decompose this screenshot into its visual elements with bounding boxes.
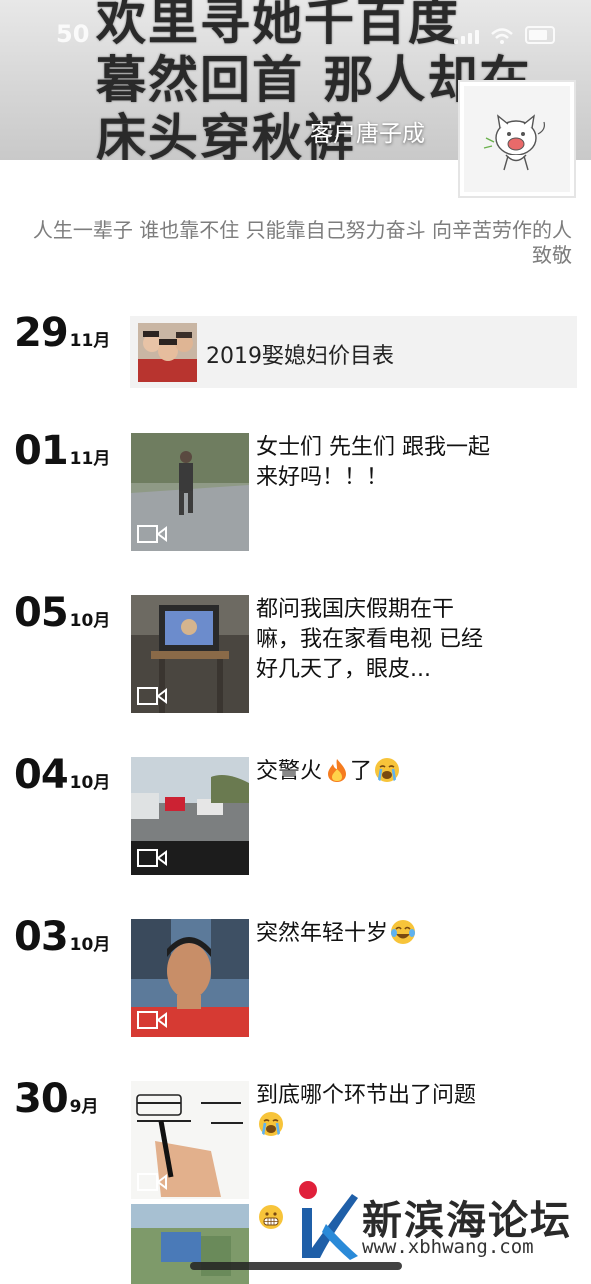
forum-logo-icon (299, 1181, 358, 1260)
post-day: 01 (14, 428, 69, 474)
video-thumbnail[interactable] (131, 433, 249, 551)
avatar[interactable] (458, 80, 576, 198)
post-date: 29 11月 (14, 310, 110, 356)
signal-icon (454, 30, 479, 44)
site-watermark: 新滨海论坛 www.xbhwang.com (296, 1178, 586, 1268)
post-text[interactable]: 突然年轻十岁 (256, 919, 496, 949)
face-with-tears-of-joy-icon (391, 920, 416, 944)
post-date: 05 10月 (14, 590, 110, 636)
status-bar: 50 (0, 0, 591, 60)
wifi-icon (491, 28, 513, 44)
post-month: 11月 (69, 449, 111, 469)
watermark-url: www.xbhwang.com (362, 1236, 534, 1258)
post-month: 10月 (69, 611, 111, 631)
post-day: 30 (14, 1076, 69, 1122)
video-camera-icon (137, 1011, 167, 1029)
cartoon-cat-icon (483, 114, 545, 171)
post-date: 01 11月 (14, 428, 110, 474)
post-date: 04 10月 (14, 752, 110, 798)
fire-icon (328, 759, 347, 782)
video-thumbnail[interactable] (131, 595, 249, 713)
video-camera-icon (137, 687, 167, 705)
post-text[interactable]: 到底哪个环节出了问题 (256, 1081, 496, 1141)
video-camera-icon (137, 1173, 167, 1191)
video-thumbnail[interactable] (131, 919, 249, 1037)
link-title: 2019娶媳妇价目表 (206, 344, 394, 369)
loudly-crying-face-icon (375, 758, 400, 782)
shared-link-card[interactable]: 2019娶媳妇价目表 (130, 316, 577, 388)
video-camera-icon (137, 849, 167, 867)
post-text[interactable]: 交警火 了 (256, 757, 496, 787)
status-time: 50 (56, 20, 90, 48)
profile-name[interactable]: 客户唐子成 (310, 114, 425, 148)
grimacing-face-icon (259, 1205, 283, 1229)
video-thumbnail[interactable] (131, 1081, 249, 1199)
post-month: 11月 (69, 331, 111, 351)
post-month: 10月 (69, 935, 111, 955)
home-indicator[interactable] (190, 1262, 402, 1270)
post-text-content: 突然年轻十岁 (256, 921, 389, 946)
post-text-start: 交警火 (256, 759, 323, 784)
post-day: 04 (14, 752, 69, 798)
status-icons (454, 26, 555, 44)
image-thumbnail[interactable] (131, 1204, 249, 1284)
post-month: 9月 (69, 1097, 99, 1117)
loudly-crying-face-icon (259, 1112, 283, 1136)
post-date: 03 10月 (14, 914, 110, 960)
post-date: 30 9月 (14, 1076, 99, 1122)
post-day: 03 (14, 914, 69, 960)
video-camera-icon (137, 525, 167, 543)
link-thumbnail (138, 323, 197, 382)
post-text[interactable]: 女士们 先生们 跟我一起来好吗！！！ (256, 433, 496, 493)
post-day: 05 (14, 590, 69, 636)
post-text[interactable]: 都问我国庆假期在干嘛，我在家看电视 已经好几天了，眼皮... (256, 595, 496, 685)
post-text-content: 到底哪个环节出了问题 (256, 1083, 477, 1108)
video-thumbnail[interactable] (131, 757, 249, 875)
post-day: 29 (14, 310, 69, 356)
post-text-end: 了 (350, 759, 373, 784)
post-month: 10月 (69, 773, 111, 793)
battery-icon (525, 26, 555, 44)
profile-signature: 人生一辈子 谁也靠不住 只能靠自己努力奋斗 向辛苦劳作的人致敬 (32, 218, 572, 267)
